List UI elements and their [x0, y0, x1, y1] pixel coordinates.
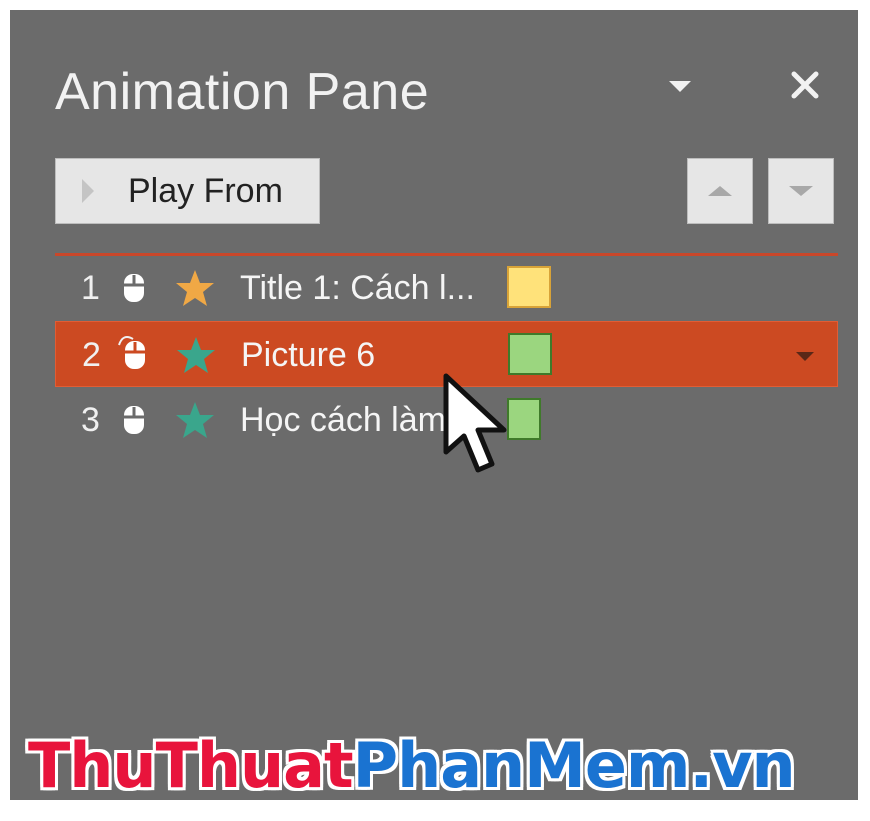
arrow-up-icon — [708, 186, 732, 196]
play-from-button[interactable]: Play From — [55, 158, 320, 224]
pane-title: Animation Pane — [55, 63, 430, 121]
play-from-label: Play From — [128, 171, 283, 210]
mouse-click-icon — [124, 406, 144, 434]
timing-bar — [508, 333, 552, 375]
close-pane-button[interactable] — [785, 65, 825, 105]
timing-bar — [507, 398, 541, 440]
animation-label: Học cách làm — [240, 401, 446, 439]
timing-bar — [507, 266, 551, 308]
animation-number: 1 — [81, 269, 100, 307]
star-icon — [176, 270, 214, 306]
animation-number: 3 — [81, 401, 100, 439]
animation-item-1[interactable]: 1 Title 1: Cách l... — [55, 255, 838, 321]
animation-pane: Animation Pane Play From 1 Title 1: Cách… — [10, 10, 858, 800]
item-options-button[interactable] — [790, 346, 820, 366]
mouse-click-icon — [118, 336, 145, 369]
play-icon — [82, 179, 94, 203]
animation-number: 2 — [82, 336, 101, 374]
watermark-logo: ThuThuatPhanMem.vn — [28, 724, 796, 808]
move-earlier-button[interactable] — [687, 158, 753, 224]
chevron-down-icon — [796, 351, 814, 361]
star-icon — [176, 402, 214, 438]
mouse-pointer-icon — [443, 373, 507, 473]
animation-label: Title 1: Cách l... — [240, 269, 475, 307]
star-icon — [177, 337, 215, 373]
close-icon — [791, 71, 819, 99]
watermark-part-2: PhanMem.vn — [352, 729, 796, 802]
mouse-click-icon — [124, 274, 144, 302]
chevron-down-icon — [669, 80, 691, 92]
arrow-down-icon — [789, 186, 813, 196]
watermark-part-1: ThuThuat — [28, 729, 354, 802]
animation-label: Picture 6 — [241, 336, 376, 374]
move-later-button[interactable] — [768, 158, 834, 224]
pane-options-button[interactable] — [662, 72, 698, 100]
